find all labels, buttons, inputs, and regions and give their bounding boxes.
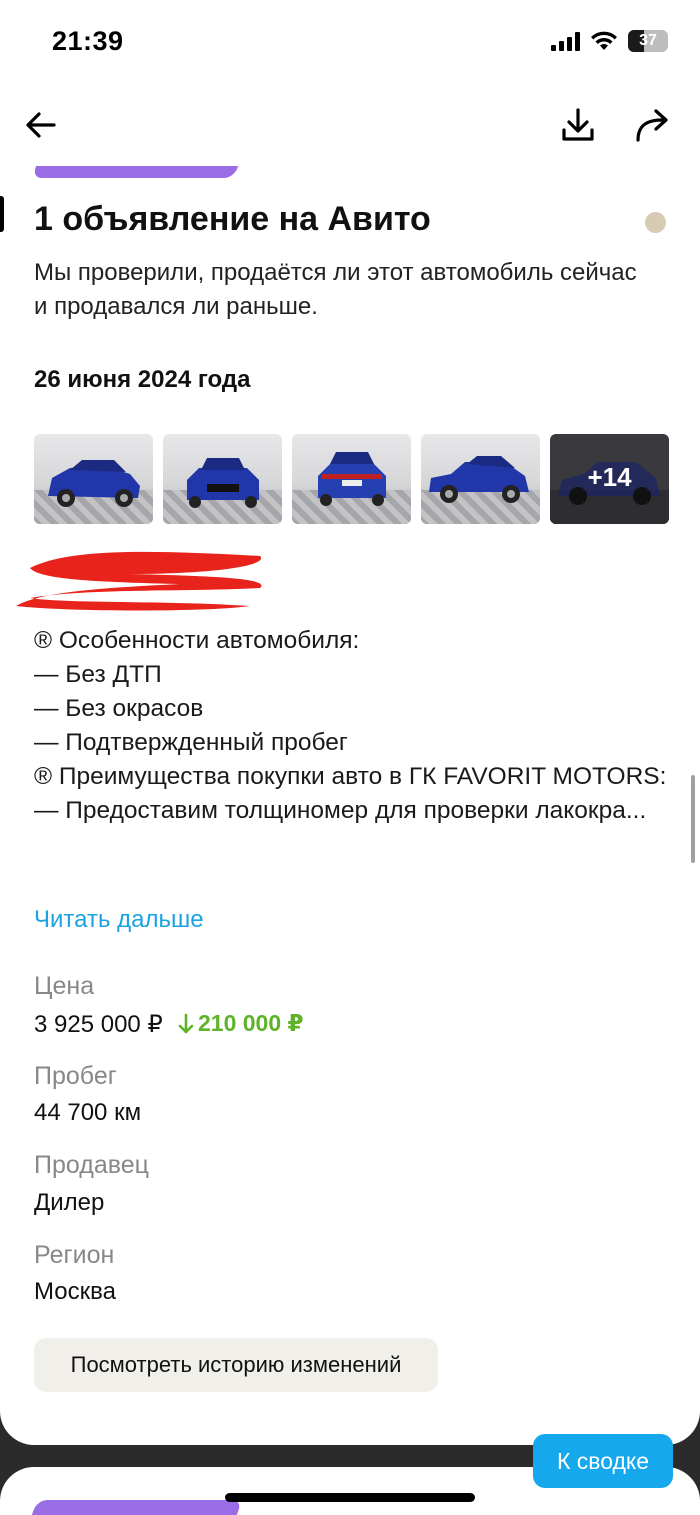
price-value: 3 925 000 ₽ <box>34 1011 163 1038</box>
region-value: Москва <box>34 1278 116 1305</box>
seller-label: Продавец <box>34 1151 149 1179</box>
car-photo-1[interactable] <box>34 434 153 524</box>
price-label: Цена <box>34 972 95 1000</box>
report-screen: 21:39 37 1 объявление на Авито Мы провер… <box>0 0 700 1445</box>
seller-value: Дилер <box>34 1189 105 1216</box>
battery-icon: 37 <box>628 30 668 52</box>
description-line: — Без ДТП <box>34 661 162 688</box>
download-icon[interactable] <box>560 106 596 144</box>
listing-description: ® Особенности автомобиля: — Без ДТП — Бе… <box>34 624 674 828</box>
photo-gallery: +14 <box>34 434 669 524</box>
to-summary-button[interactable]: К сводке <box>533 1434 673 1488</box>
price-drop-value: 210 000 ₽ <box>198 1010 304 1036</box>
more-photos-count: +14 <box>587 462 632 492</box>
description-line: ® Особенности автомобиля: <box>34 627 360 654</box>
section-title: 1 объявление на Авито <box>34 200 431 238</box>
status-icons: 37 <box>551 30 668 52</box>
description-line: — Без окрасов <box>34 695 204 722</box>
read-more-link[interactable]: Читать дальше <box>34 906 204 934</box>
car-photo-3[interactable] <box>292 434 411 524</box>
description-line: — Подтвержденный пробег <box>34 729 348 756</box>
arrow-left-icon[interactable] <box>24 108 58 142</box>
status-time: 21:39 <box>52 26 124 56</box>
price-drop: 210 000 ₽ <box>178 1010 304 1037</box>
redaction-scribble <box>16 551 262 611</box>
more-photos-button[interactable]: +14 <box>550 434 669 524</box>
scrollbar[interactable] <box>691 775 695 863</box>
home-indicator <box>225 1493 475 1502</box>
view-history-button[interactable]: Посмотреть историю изменений <box>34 1338 438 1392</box>
car-photo-2[interactable] <box>163 434 282 524</box>
region-label: Регион <box>34 1241 115 1269</box>
section-marker <box>0 196 4 232</box>
mileage-label: Пробег <box>34 1062 117 1090</box>
car-photo-4[interactable] <box>421 434 540 524</box>
share-arrow-icon[interactable] <box>632 106 672 144</box>
listing-date: 26 июня 2024 года <box>34 366 251 393</box>
next-section-tag <box>30 1500 243 1515</box>
section-description: Мы проверили, продаётся ли этот автомоби… <box>34 259 637 320</box>
description-line: ® Преимущества покупки авто в ГК FAVORIT… <box>34 763 667 790</box>
wifi-icon <box>591 31 617 50</box>
mileage-value: 44 700 км <box>34 1099 142 1126</box>
description-line: — Предоставим толщиномер для проверки ла… <box>34 797 647 824</box>
section-tag <box>31 166 239 178</box>
cellular-signal-icon <box>551 31 580 51</box>
arrow-down-icon <box>178 1013 194 1033</box>
status-dot <box>645 212 666 233</box>
